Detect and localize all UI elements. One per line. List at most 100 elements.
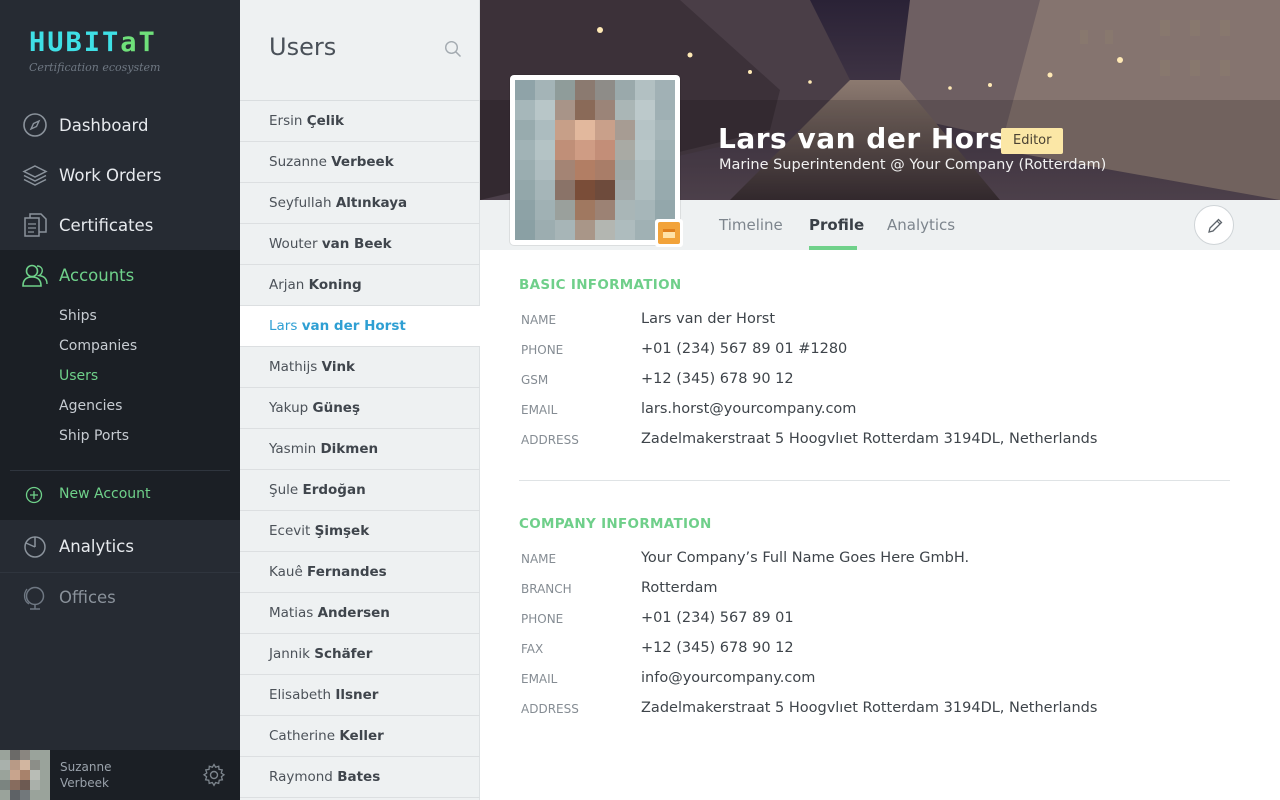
edit-profile-button[interactable]	[1194, 205, 1234, 245]
user-list-item[interactable]: Jannik Schäfer	[240, 634, 480, 675]
sub-item-ship-ports[interactable]: Ship Ports	[59, 428, 129, 444]
user-first-name: Seyfullah	[269, 195, 332, 211]
nav-offices[interactable]: Offices	[0, 572, 240, 622]
company-info-title: COMPANY INFORMATION	[519, 516, 712, 532]
field-label: FAX	[521, 642, 544, 656]
user-last-name: Çelik	[306, 113, 345, 129]
user-first-name: Lars	[269, 318, 298, 334]
nav-accounts-label: Accounts	[59, 265, 135, 285]
avatar-image	[515, 80, 675, 240]
field-label: NAME	[521, 552, 557, 566]
user-list-item[interactable]: Mathijs Vink	[240, 347, 480, 388]
layers-icon	[22, 165, 48, 186]
user-last-name: Dikmen	[320, 441, 379, 457]
nav-work-orders[interactable]: Work Orders	[0, 150, 240, 200]
user-last-name: Altınkaya	[335, 195, 408, 211]
user-list-item[interactable]: Raymond Bates	[240, 757, 480, 798]
globe-icon	[23, 586, 45, 610]
submenu-divider	[10, 470, 230, 471]
profile-name: Lars van der Horst	[718, 122, 1020, 155]
user-first-name: Catherine	[269, 728, 336, 744]
user-first-name: Kauê	[269, 564, 303, 580]
user-first-name: Ersin	[269, 113, 303, 129]
user-last-name: Şimşek	[314, 523, 370, 539]
user-list-item[interactable]: Yakup Güneş	[240, 388, 480, 429]
user-list-item[interactable]: Ecevit Şimşek	[240, 511, 480, 552]
profile-subtitle: Marine Superintendent @ Your Company (Ro…	[719, 157, 1107, 173]
pencil-icon	[1208, 218, 1223, 233]
compass-icon	[23, 113, 47, 137]
nav-certificates[interactable]: Certificates	[0, 200, 240, 250]
user-first-name: Ecevit	[269, 523, 311, 539]
field-label: NAME	[521, 313, 557, 327]
user-last-name: Bates	[337, 769, 381, 785]
tab-analytics[interactable]: Analytics	[887, 216, 955, 234]
field-value: Lars van der Horst	[641, 311, 776, 327]
gear-icon[interactable]	[202, 763, 226, 787]
plus-circle-icon	[25, 486, 43, 504]
basic-info-title: BASIC INFORMATION	[519, 277, 682, 293]
field-label: EMAIL	[521, 403, 558, 417]
field-value: +12 (345) 678 90 12	[641, 371, 794, 387]
field-label: PHONE	[521, 343, 564, 357]
user-list-item[interactable]: Arjan Koning	[240, 265, 480, 306]
user-first-name: Jannik	[269, 646, 310, 662]
sub-item-users[interactable]: Users	[59, 368, 98, 384]
user-first-name: Raymond	[269, 769, 333, 785]
user-list-item[interactable]: Kauê Fernandes	[240, 552, 480, 593]
user-list-item[interactable]: Şule Erdoğan	[240, 470, 480, 511]
field-label: ADDRESS	[521, 702, 579, 716]
sub-item-companies[interactable]: Companies	[59, 338, 137, 354]
tab-timeline[interactable]: Timeline	[719, 216, 783, 234]
user-list-item[interactable]: Seyfullah Altınkaya	[240, 183, 480, 224]
current-user-name: Suzanne Verbeek	[60, 760, 112, 790]
field-label: PHONE	[521, 612, 564, 626]
nav-dashboard[interactable]: Dashboard	[0, 100, 240, 150]
user-last-name: van der Horst	[301, 318, 406, 334]
field-label: GSM	[521, 373, 549, 387]
user-first-name: Şule	[269, 482, 299, 498]
email-link[interactable]: info@yourcompany.com	[641, 670, 815, 686]
user-last-name: Koning	[308, 277, 362, 293]
field-value: Your Company’s Full Name Goes Here GmbH.	[641, 550, 970, 566]
avatar[interactable]	[0, 750, 50, 800]
user-list-item[interactable]: Lars van der Horst	[240, 306, 480, 347]
field-label: ADDRESS	[521, 433, 579, 447]
user-first-name: Mathijs	[269, 359, 318, 375]
user-last-name: Fernandes	[307, 564, 387, 580]
sub-item-agencies[interactable]: Agencies	[59, 398, 122, 414]
current-user-footer: Suzanne Verbeek	[0, 750, 240, 800]
user-first-name: Elisabeth	[269, 687, 332, 703]
user-last-name: Güneş	[312, 400, 361, 416]
user-list-item[interactable]: Wouter van Beek	[240, 224, 480, 265]
tab-profile[interactable]: Profile	[809, 216, 864, 234]
role-badge: Editor	[1001, 128, 1064, 154]
field-value: Rotterdam	[641, 580, 718, 596]
user-list-item[interactable]: Ersin Çelik	[240, 101, 480, 142]
field-value: +01 (234) 567 89 01 #1280	[641, 341, 848, 357]
app-logo[interactable]: HUBITaT	[29, 28, 157, 58]
new-account-button[interactable]: New Account	[0, 475, 240, 515]
sub-item-ships[interactable]: Ships	[59, 308, 97, 324]
new-account-label: New Account	[59, 486, 151, 502]
user-list-item[interactable]: Elisabeth Ilsner	[240, 675, 480, 716]
user-list-item[interactable]: Catherine Keller	[240, 716, 480, 757]
active-tab-indicator	[809, 246, 857, 250]
pie-chart-icon	[24, 536, 46, 558]
user-last-name: Verbeek	[331, 154, 394, 170]
accounts-submenu: Ships Companies Users Agencies Ship Port…	[0, 300, 240, 520]
nav-certificates-label: Certificates	[59, 215, 154, 235]
user-last-name: Andersen	[317, 605, 390, 621]
user-list-item[interactable]: Matias Andersen	[240, 593, 480, 634]
users-icon	[22, 264, 48, 287]
user-last-name: Schäfer	[314, 646, 373, 662]
user-list-item[interactable]: Yasmin Dikmen	[240, 429, 480, 470]
email-link[interactable]: lars.horst@yourcompany.com	[641, 401, 856, 417]
search-icon[interactable]	[444, 40, 462, 58]
nav-analytics[interactable]: Analytics	[0, 521, 240, 571]
users-panel: Users Ersin Çelik Suzanne Verbeek Seyfulla…	[240, 0, 480, 800]
nav-work-orders-label: Work Orders	[59, 165, 162, 185]
field-value: Zadelmakerstraat 5 Hoogvlıet Rotterdam 3…	[641, 700, 1098, 716]
nav-accounts[interactable]: Accounts	[0, 250, 240, 300]
user-list-item[interactable]: Suzanne Verbeek	[240, 142, 480, 183]
